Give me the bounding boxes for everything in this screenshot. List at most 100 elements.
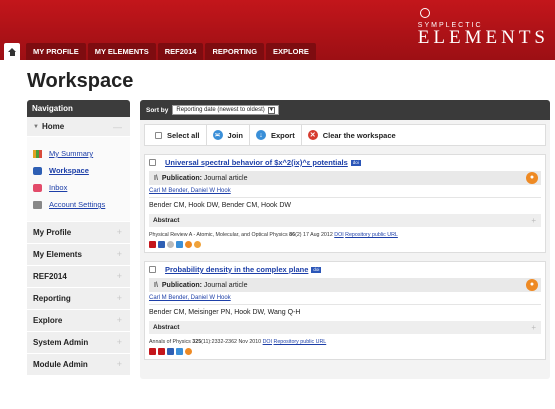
- plus-icon: +: [116, 359, 122, 369]
- citation: Annals of Physics 325(11):2332-2362 Nov …: [149, 339, 541, 345]
- repository-link[interactable]: Repository public URL: [274, 339, 327, 345]
- workspace-actions: Select all ≍ Join ↓ Export ✕ Clear the w…: [144, 124, 546, 146]
- doi-link[interactable]: DOI: [263, 339, 272, 345]
- join-button[interactable]: ≍ Join: [207, 124, 250, 146]
- sort-label: Sort by: [146, 106, 169, 114]
- sidebar-item-label: Inbox: [49, 183, 68, 192]
- citation-details: (11):2332-2362 Nov 2010: [201, 339, 262, 345]
- author-links[interactable]: Carl M Bender, Daniel W Hook: [149, 295, 541, 301]
- abstract-toggle[interactable]: Abstract +: [149, 214, 541, 227]
- plus-icon: +: [116, 227, 122, 237]
- export-button[interactable]: ↓ Export: [250, 124, 302, 146]
- page-title: Workspace: [27, 70, 134, 92]
- grey-circle-icon[interactable]: [167, 241, 174, 248]
- publication-bar: I\ Publication: Journal article ●: [149, 171, 541, 185]
- tab-reporting[interactable]: REPORTING: [205, 43, 265, 60]
- item-icon-row: [149, 348, 541, 355]
- repository-link[interactable]: Repository public URL: [345, 232, 398, 238]
- abstract-toggle[interactable]: Abstract +: [149, 321, 541, 334]
- sidebar-nav: Navigation ▼ Home — My Summary Workspace…: [27, 100, 130, 376]
- nav-section-label: Module Admin: [33, 360, 88, 369]
- list-item: Probability density in the complex plane…: [144, 261, 546, 360]
- share-icon[interactable]: ●: [526, 172, 538, 184]
- select-all-button[interactable]: Select all: [149, 124, 207, 146]
- share-icon[interactable]: ●: [526, 279, 538, 291]
- join-icon: ≍: [212, 130, 223, 140]
- export-icon: ↓: [255, 130, 266, 140]
- relation-icon[interactable]: [158, 241, 165, 248]
- sidebar-item-label: My Summary: [49, 149, 94, 158]
- plus-icon: +: [116, 337, 122, 347]
- nav-section-system-admin[interactable]: System Admin +: [27, 332, 130, 354]
- item-title-link[interactable]: Universal spectral behavior of $x^2(ix)^…: [165, 158, 348, 167]
- publication-label: Publication:: [161, 174, 202, 182]
- doi-link[interactable]: DOI: [334, 232, 343, 238]
- publication-bar: I\ Publication: Journal article ●: [149, 278, 541, 292]
- nav-header: Navigation: [27, 100, 130, 117]
- tab-my-profile[interactable]: MY PROFILE: [26, 43, 86, 60]
- plus-icon: +: [116, 315, 122, 325]
- main-tabs: MY PROFILE MY ELEMENTS REF2014 REPORTING…: [0, 43, 318, 60]
- relation-icon[interactable]: [167, 348, 174, 355]
- nav-section-ref2014[interactable]: REF2014 +: [27, 266, 130, 288]
- nav-section-home[interactable]: ▼ Home —: [27, 117, 130, 137]
- citation-journal: Physical Review A - Atomic, Molecular, a…: [149, 232, 288, 238]
- author-links[interactable]: Carl M Bender, Daniel W Hook: [149, 188, 541, 194]
- nav-section-label: Explore: [33, 316, 63, 325]
- publication-type: Journal article: [203, 174, 248, 182]
- nav-section-label: My Elements: [33, 250, 82, 259]
- nav-section-my-profile[interactable]: My Profile +: [27, 222, 130, 244]
- link-icon[interactable]: [176, 348, 183, 355]
- divider: [149, 304, 541, 305]
- sidebar-item-account-settings[interactable]: Account Settings: [27, 196, 130, 213]
- inbox-icon: [33, 183, 42, 192]
- tab-my-elements[interactable]: MY ELEMENTS: [87, 43, 156, 60]
- nav-section-explore[interactable]: Explore +: [27, 310, 130, 332]
- sort-selected-value: Reporting date (newest to oldest): [176, 107, 265, 113]
- clear-workspace-button[interactable]: ✕ Clear the workspace: [302, 124, 402, 146]
- plus-icon: +: [116, 271, 122, 281]
- publication-icon: I\: [154, 174, 158, 182]
- plus-icon: +: [531, 216, 536, 225]
- orange-icon[interactable]: [185, 348, 192, 355]
- abstract-label: Abstract: [153, 217, 180, 224]
- nav-section-my-elements[interactable]: My Elements +: [27, 244, 130, 266]
- nav-section-module-admin[interactable]: Module Admin +: [27, 354, 130, 376]
- select-all-checkbox[interactable]: [155, 131, 162, 139]
- nav-section-reporting[interactable]: Reporting +: [27, 288, 130, 310]
- plus-icon: +: [116, 293, 122, 303]
- item-title-link[interactable]: Probability density in the complex plane: [165, 265, 308, 274]
- join-label: Join: [227, 130, 243, 140]
- tab-explore[interactable]: EXPLORE: [266, 43, 316, 60]
- orange-icon[interactable]: [185, 241, 192, 248]
- sidebar-item-inbox[interactable]: Inbox: [27, 179, 130, 196]
- nav-section-label: My Profile: [33, 228, 72, 237]
- item-checkbox[interactable]: [149, 266, 156, 273]
- sort-select[interactable]: Reporting date (newest to oldest) ▼: [172, 105, 279, 115]
- authors-text: Bender CM, Meisinger PN, Hook DW, Wang Q…: [149, 309, 301, 316]
- publication-label: Publication:: [161, 281, 202, 289]
- link-icon[interactable]: [176, 241, 183, 248]
- sidebar-item-my-summary[interactable]: My Summary: [27, 145, 130, 162]
- orange-icon[interactable]: [194, 241, 201, 248]
- workspace-icon: [33, 166, 42, 175]
- summary-icon: [33, 149, 42, 158]
- list-item: Universal spectral behavior of $x^2(ix)^…: [144, 154, 546, 253]
- nav-section-label: Reporting: [33, 294, 71, 303]
- nav-home-links: My Summary Workspace Inbox Account Setti…: [27, 137, 130, 222]
- nav-section-label: Home: [41, 122, 65, 131]
- doi-badge[interactable]: doi: [311, 266, 322, 273]
- pdf-icon[interactable]: [158, 348, 165, 355]
- tab-home[interactable]: [4, 43, 20, 60]
- publication-icon: I\: [154, 281, 158, 289]
- tab-ref2014[interactable]: REF2014: [157, 43, 204, 60]
- item-checkbox[interactable]: [149, 159, 156, 166]
- pdf-icon[interactable]: [149, 241, 156, 248]
- pdf-icon[interactable]: [149, 348, 156, 355]
- collapse-arrow-icon: ▼: [33, 123, 39, 130]
- sidebar-item-workspace[interactable]: Workspace: [27, 162, 130, 179]
- item-title-row: Universal spectral behavior of $x^2(ix)^…: [149, 158, 541, 167]
- doi-badge[interactable]: doi: [350, 159, 361, 166]
- home-icon: [7, 47, 17, 56]
- abstract-label: Abstract: [153, 324, 180, 331]
